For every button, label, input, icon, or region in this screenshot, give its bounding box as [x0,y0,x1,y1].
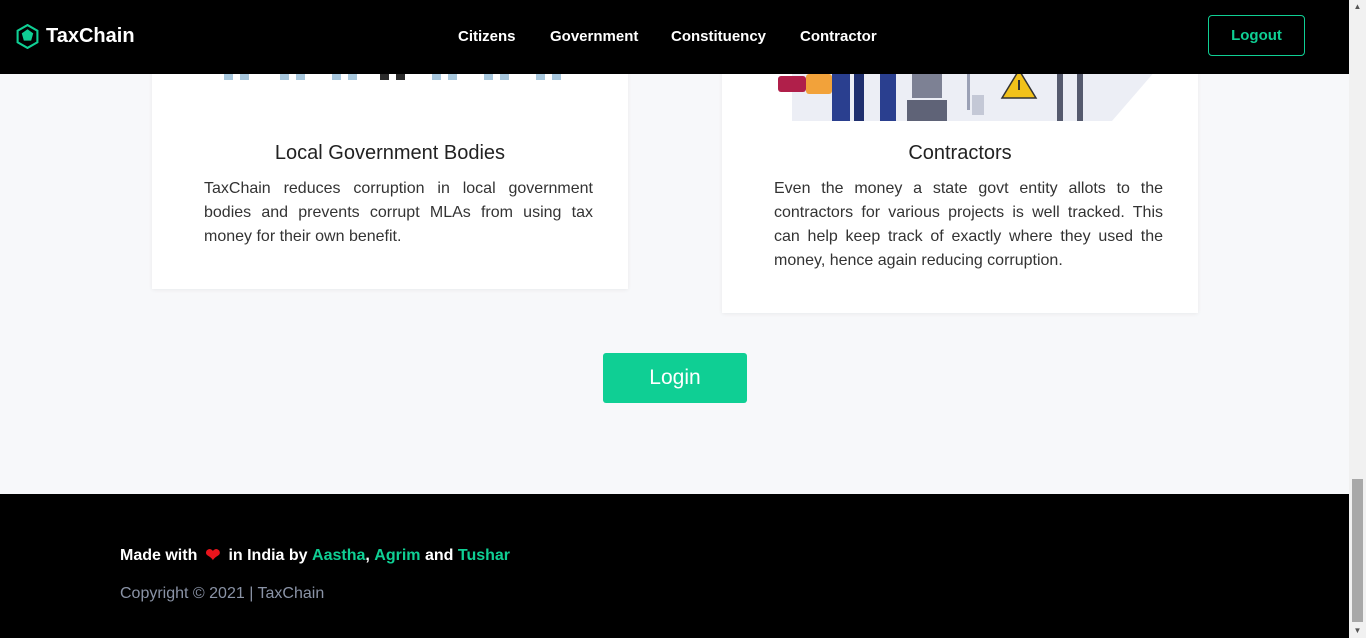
nav-government[interactable]: Government [550,28,638,45]
nav-contractor[interactable]: Contractor [800,28,877,45]
scroll-thumb[interactable] [1352,479,1363,622]
nav-citizens[interactable]: Citizens [458,28,516,45]
nav-constituency[interactable]: Constituency [671,28,766,45]
logout-button[interactable]: Logout [1208,15,1305,56]
made-with-text: Made with [120,546,198,564]
login-button[interactable]: Login [603,353,747,403]
in-india-by-text: in India by [228,546,308,564]
brand-link[interactable]: TaxChain [15,22,135,50]
card-text: Even the money a state govt entity allot… [774,180,1163,269]
author-link-aastha[interactable]: Aastha [312,547,365,565]
author-separator: , [365,546,370,564]
scroll-down-icon[interactable]: ▼ [1349,624,1366,638]
card-contractors: Contractors Even the money a state govt … [722,40,1198,313]
card-text: TaxChain reduces corruption in local gov… [204,180,593,245]
scroll-up-icon[interactable]: ▲ [1349,0,1366,14]
and-text: and [424,546,454,564]
navbar: TaxChain Citizens Government Constituenc… [0,0,1349,74]
card-local-government: Local Government Bodies TaxChain reduces… [152,40,628,289]
card-title: Contractors [908,142,1012,164]
heart-icon: ❤ [205,545,221,565]
page-scrollbar[interactable]: ▲ ▼ [1349,0,1366,638]
brand-name: TaxChain [46,24,135,47]
card-title: Local Government Bodies [274,142,506,164]
footer: Made with ❤ in India by Aastha , Agrim a… [0,494,1349,638]
copyright-text: Copyright © 2021 | TaxChain [120,585,325,602]
taxchain-logo-icon [16,23,39,49]
author-link-tushar[interactable]: Tushar [458,547,510,565]
author-link-agrim[interactable]: Agrim [374,547,420,565]
made-with-line: Made with ❤ in India by Aastha , Agrim a… [120,545,510,566]
